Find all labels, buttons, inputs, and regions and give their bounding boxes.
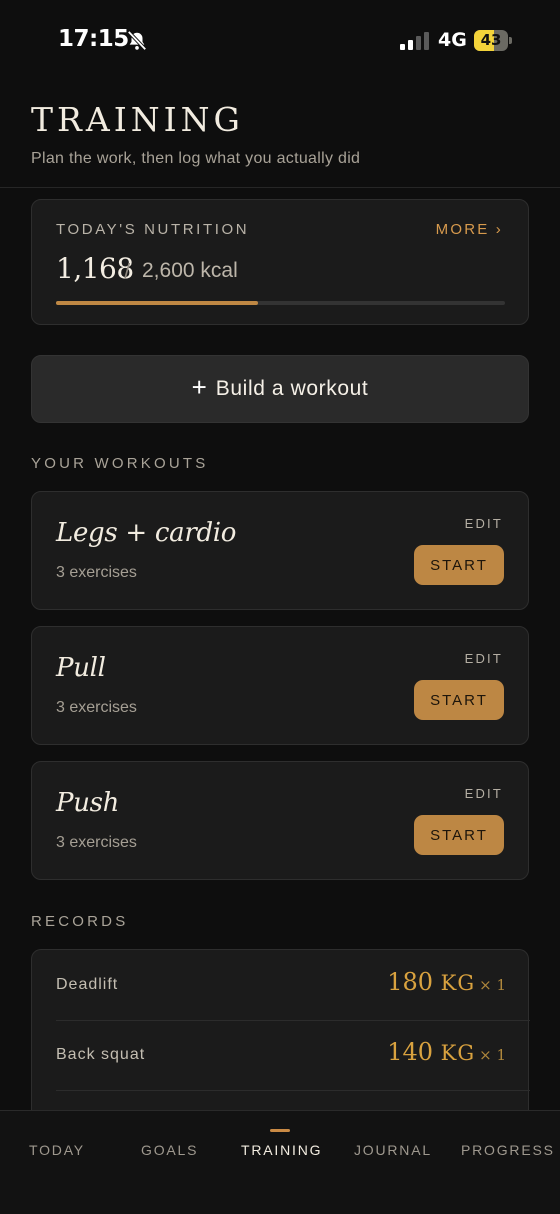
- plus-icon: +: [191, 372, 207, 402]
- build-workout-label: Build a workout: [215, 377, 369, 400]
- build-workout-button[interactable]: + Build a workout: [31, 355, 529, 423]
- tab-goals[interactable]: GOALS: [141, 1142, 198, 1158]
- workout-edit-button[interactable]: EDIT: [465, 651, 503, 666]
- active-tab-indicator: [270, 1129, 290, 1132]
- tab-progress[interactable]: PROGRESS: [461, 1142, 555, 1158]
- calories-consumed: 1,168: [56, 252, 134, 285]
- workout-name: Pull: [56, 653, 106, 683]
- record-exercise: Back squat: [56, 1046, 146, 1063]
- page-subtitle: Plan the work, then log what you actuall…: [31, 150, 361, 167]
- workout-name: Push: [56, 788, 120, 818]
- calories-goal: 2,600 kcal: [142, 259, 238, 282]
- workout-exercise-count: 3 exercises: [56, 699, 137, 716]
- network-type: 4G: [438, 29, 467, 51]
- workout-name: Legs + cardio: [56, 518, 237, 548]
- bell-slash-icon: [127, 30, 147, 51]
- workout-edit-button[interactable]: EDIT: [465, 786, 503, 801]
- record-row[interactable]: Back squat 140 KG × 1: [56, 1020, 530, 1090]
- workout-card[interactable]: Pull 3 exercises EDIT START: [31, 626, 529, 745]
- status-bar: 17:15 4G 43: [0, 0, 560, 84]
- tab-today[interactable]: TODAY: [29, 1142, 85, 1158]
- record-value: 180 KG × 1: [387, 968, 506, 996]
- workout-card[interactable]: Push 3 exercises EDIT START: [31, 761, 529, 880]
- record-value: 140 KG × 1: [387, 1038, 506, 1066]
- page-title: TRAINING: [31, 100, 244, 139]
- workout-card[interactable]: Legs + cardio 3 exercises EDIT START: [31, 491, 529, 610]
- tab-training[interactable]: TRAINING: [241, 1142, 322, 1158]
- workout-edit-button[interactable]: EDIT: [465, 516, 503, 531]
- workouts-section-label: YOUR WORKOUTS: [31, 455, 209, 472]
- battery-icon: 43: [474, 30, 512, 51]
- workout-exercise-count: 3 exercises: [56, 834, 137, 851]
- calorie-progress-fill: [56, 301, 258, 305]
- workout-start-button[interactable]: START: [414, 680, 504, 720]
- nutrition-label: TODAY'S NUTRITION: [56, 221, 250, 238]
- tab-journal[interactable]: JOURNAL: [354, 1142, 432, 1158]
- record-row[interactable]: Deadlift 180 KG × 1: [56, 950, 530, 1020]
- bottom-tab-bar: TODAY GOALS TRAINING JOURNAL PROGRESS: [0, 1110, 560, 1214]
- workout-exercise-count: 3 exercises: [56, 564, 137, 581]
- signal-icon: [400, 32, 429, 50]
- record-divider: [56, 1090, 530, 1091]
- workout-start-button[interactable]: START: [414, 815, 504, 855]
- battery-level: 43: [480, 31, 502, 49]
- records-section-label: RECORDS: [31, 913, 129, 930]
- calorie-progress-bar: [56, 301, 505, 305]
- nutrition-more-link[interactable]: MORE ›: [436, 221, 503, 238]
- nutrition-card: TODAY'S NUTRITION MORE › 1,168 / 2,600 k…: [31, 199, 529, 325]
- header-divider: [0, 187, 560, 188]
- status-time: 17:15: [58, 26, 129, 52]
- workout-start-button[interactable]: START: [414, 545, 504, 585]
- calories-separator: /: [124, 259, 131, 284]
- record-exercise: Deadlift: [56, 976, 119, 993]
